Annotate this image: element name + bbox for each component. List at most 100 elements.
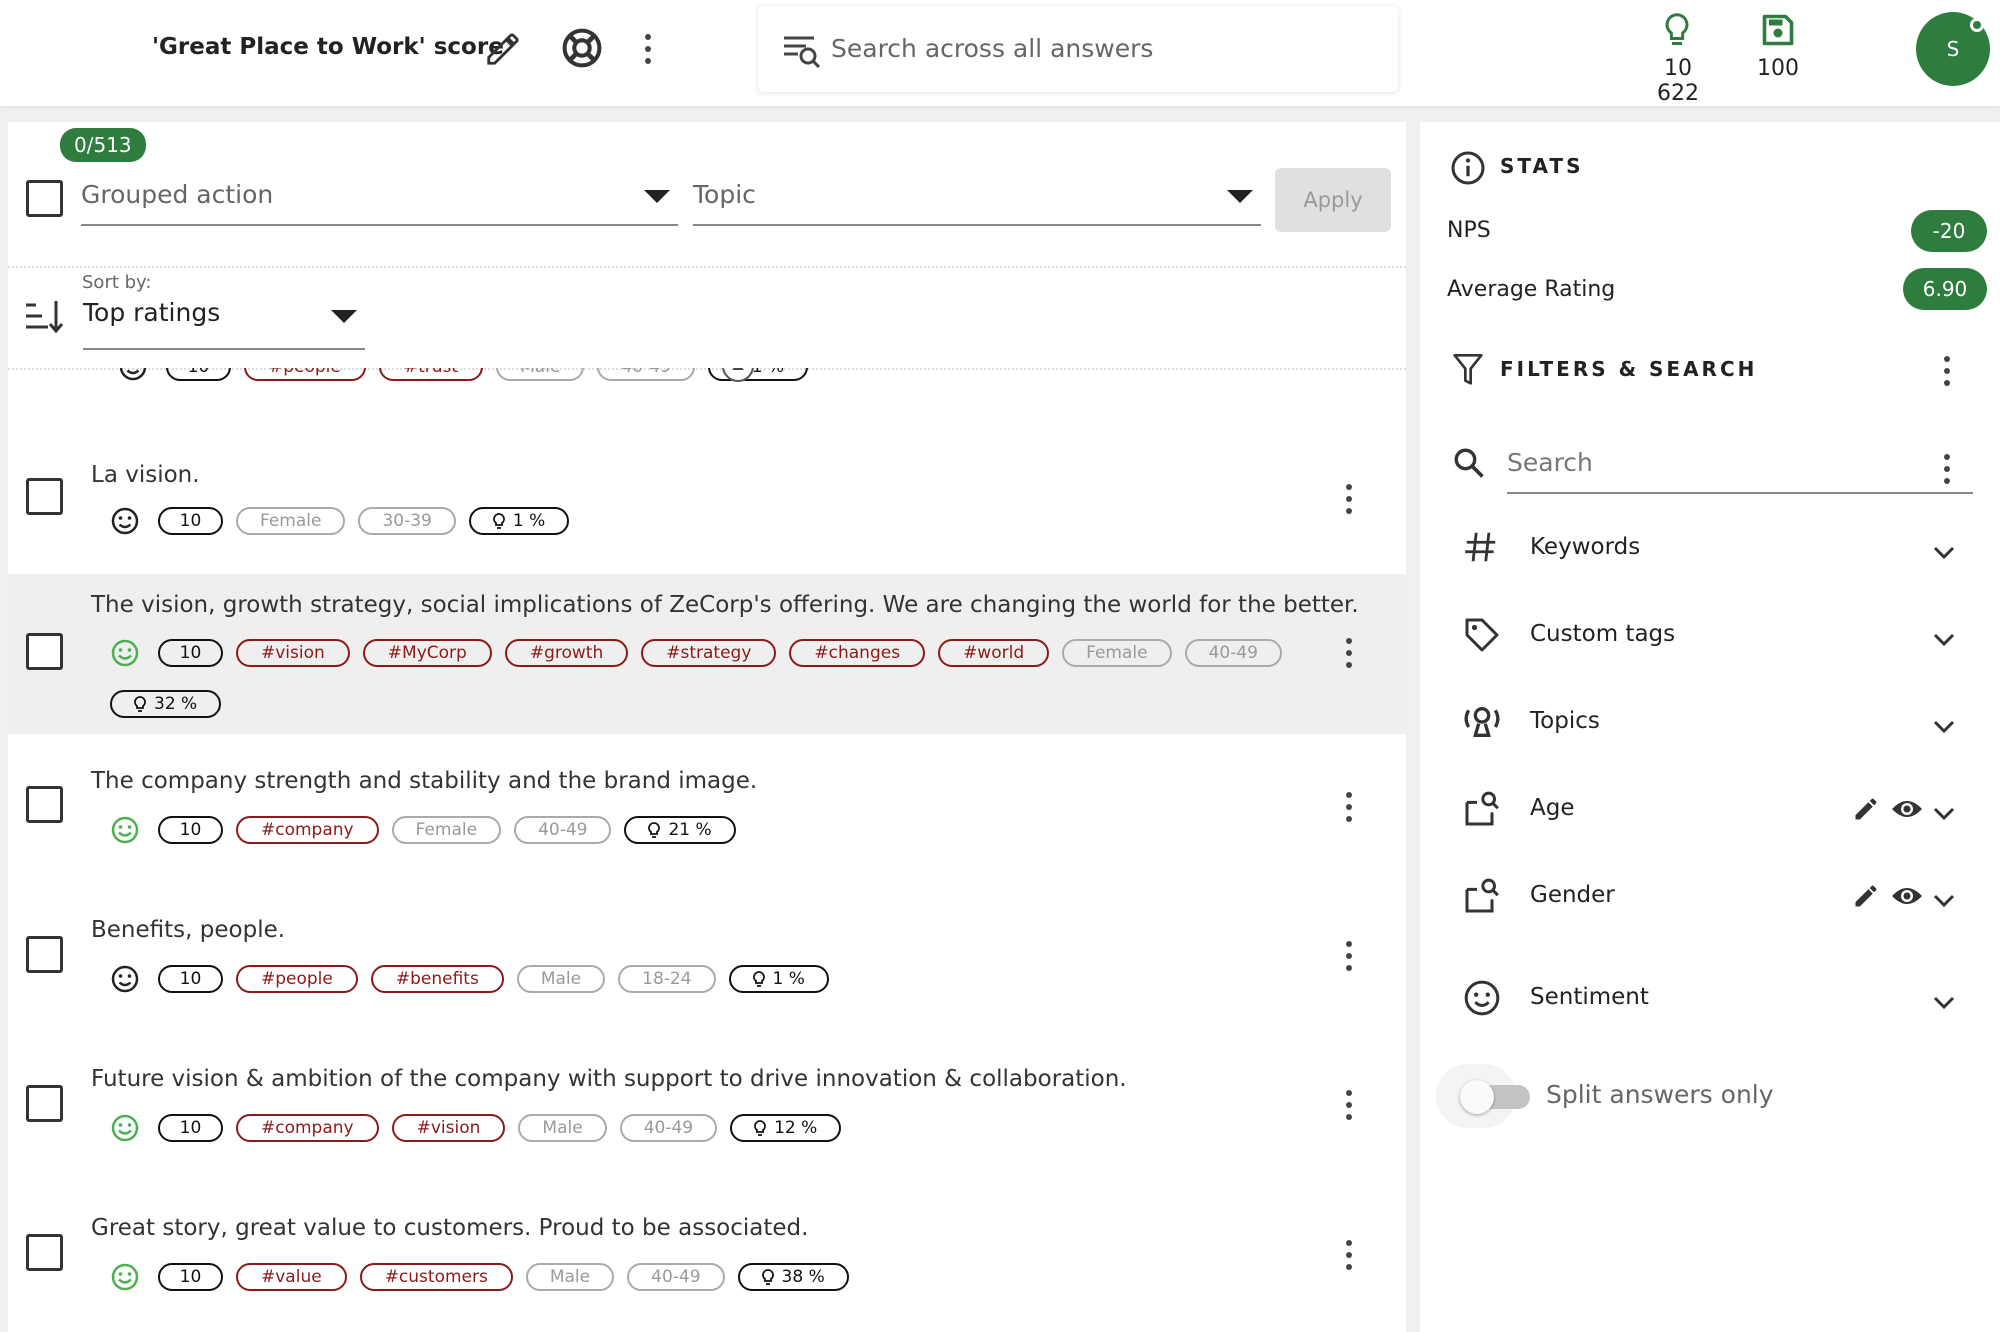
save-icon[interactable] xyxy=(1760,12,1796,48)
nps-value-badge: -20 xyxy=(1911,210,1987,252)
age-tag: 40-49 xyxy=(619,1114,718,1142)
filter-item-label: Keywords xyxy=(1530,534,1641,560)
keyword-tag[interactable]: #customers xyxy=(359,1263,513,1291)
answer-checkbox[interactable] xyxy=(26,1085,63,1122)
keyword-tag[interactable]: #growth xyxy=(504,639,629,667)
insight-value: 1 % xyxy=(512,511,546,531)
answer-tags: 10 #value #customers Male 40-49 38 % xyxy=(110,1262,1340,1292)
answer-more-menu[interactable] xyxy=(1345,941,1353,977)
keyword-tag[interactable]: #trust xyxy=(378,368,484,381)
insight-value: 12 % xyxy=(774,1118,818,1138)
filter-funnel-icon xyxy=(1452,352,1484,388)
answer-checkbox[interactable] xyxy=(26,633,63,670)
filter-item-label: Sentiment xyxy=(1530,984,1649,1010)
toggle-knob xyxy=(1460,1080,1494,1114)
answer-checkbox[interactable] xyxy=(26,786,63,823)
insight-value: 1 % xyxy=(752,368,784,377)
answer-text: Benefits, people. xyxy=(91,917,286,943)
positive-sentiment-icon xyxy=(110,815,140,845)
keyword-tag[interactable]: #MyCorp xyxy=(362,639,492,667)
title-more-menu[interactable] xyxy=(644,34,652,70)
edit-icon[interactable] xyxy=(1852,795,1880,823)
chevron-down-icon[interactable] xyxy=(1932,629,1956,654)
keyword-tag[interactable]: #vision xyxy=(391,1114,506,1142)
answer-more-menu[interactable] xyxy=(1345,1090,1353,1126)
user-avatar[interactable]: S xyxy=(1916,12,1990,86)
keyword-tag[interactable]: #people xyxy=(244,368,366,381)
keyword-tag[interactable]: #benefits xyxy=(370,965,504,993)
partial-answer-row: 10 #people #trust Male 40-49 1 % xyxy=(80,368,821,382)
insight-value: 32 % xyxy=(154,694,198,714)
answer-text: Great story, great value to customers. P… xyxy=(91,1215,809,1241)
keyword-tag[interactable]: #strategy xyxy=(641,639,777,667)
topic-select[interactable]: Topic xyxy=(693,172,1261,226)
filter-item-gender[interactable]: Gender xyxy=(1460,868,1968,928)
chevron-down-icon[interactable] xyxy=(1932,890,1956,915)
filter-item-sentiment[interactable]: Sentiment xyxy=(1460,970,1968,1030)
age-tag: 40-49 xyxy=(597,368,695,381)
chevron-down-icon[interactable] xyxy=(1932,716,1956,741)
metadata-icon xyxy=(1462,876,1502,916)
lightbulb-icon[interactable] xyxy=(1662,12,1692,50)
answer-more-menu[interactable] xyxy=(1345,484,1353,520)
split-answers-toggle[interactable] xyxy=(1460,1080,1530,1114)
keyword-tag[interactable]: #vision xyxy=(236,639,350,667)
sort-icon[interactable] xyxy=(24,299,64,335)
insight-badge: 1 % xyxy=(468,507,570,535)
edit-title-icon[interactable] xyxy=(484,30,522,68)
filters-more-menu[interactable] xyxy=(1943,356,1951,392)
chevron-down-icon[interactable] xyxy=(1932,992,1956,1017)
answer-checkbox[interactable] xyxy=(26,936,63,973)
filter-item-topics[interactable]: Topics xyxy=(1460,694,1968,754)
select-all-checkbox[interactable] xyxy=(26,180,63,217)
tag-icon xyxy=(1462,615,1502,655)
help-lifebuoy-icon[interactable] xyxy=(560,26,604,70)
answer-checkbox[interactable] xyxy=(26,478,63,515)
search-options-menu[interactable] xyxy=(1943,454,1951,490)
answer-more-menu[interactable] xyxy=(1345,792,1353,828)
age-tag: 40-49 xyxy=(1184,639,1282,667)
online-status-dot xyxy=(1970,18,1984,32)
grouped-action-label: Grouped action xyxy=(81,180,274,209)
divider xyxy=(8,266,1406,268)
chevron-down-icon[interactable] xyxy=(1932,542,1956,567)
filter-item-custom-tags[interactable]: Custom tags xyxy=(1460,607,1968,667)
chevron-down-icon[interactable] xyxy=(1932,803,1956,828)
apply-button[interactable]: Apply xyxy=(1275,168,1391,232)
topics-icon xyxy=(1462,702,1502,742)
answer-tags: 10 Female 30-39 1 % xyxy=(110,506,1340,536)
keyword-tag[interactable]: #changes xyxy=(789,639,926,667)
avatar-letter: S xyxy=(1946,37,1960,61)
age-tag: 18-24 xyxy=(618,965,716,993)
search-icon xyxy=(1452,446,1486,480)
age-tag: 40-49 xyxy=(627,1263,725,1291)
keyword-tag[interactable]: #company xyxy=(236,1114,379,1142)
filters-search-input[interactable]: Search xyxy=(1507,440,1973,494)
keyword-tag[interactable]: #world xyxy=(938,639,1050,667)
keyword-tag[interactable]: #company xyxy=(236,816,379,844)
eye-icon[interactable] xyxy=(1890,797,1924,821)
top-bar: 'Great Place to Work' score Search acros… xyxy=(0,0,2000,106)
keyword-tag[interactable]: #people xyxy=(236,965,358,993)
hash-icon xyxy=(1462,528,1500,566)
sort-by-label: Sort by: xyxy=(82,272,152,293)
stats-title: STATS xyxy=(1500,154,1584,178)
answer-checkbox[interactable] xyxy=(26,1234,63,1271)
grouped-action-select[interactable]: Grouped action xyxy=(81,172,678,226)
filter-item-keywords[interactable]: Keywords xyxy=(1460,520,1968,580)
keyword-tag[interactable]: #value xyxy=(236,1263,347,1291)
selection-count-badge: 0/513 xyxy=(60,128,146,162)
sort-select[interactable]: Top ratings xyxy=(83,298,365,350)
answer-more-menu[interactable] xyxy=(1345,1240,1353,1276)
saved-count: 100 xyxy=(1757,56,1799,81)
gender-tag: Female xyxy=(391,816,502,844)
edit-icon[interactable] xyxy=(1852,882,1880,910)
global-search-box[interactable]: Search across all answers xyxy=(758,6,1398,92)
filters-search-placeholder: Search xyxy=(1507,448,1593,477)
rating-badge: 10 xyxy=(158,1263,223,1291)
filter-item-age[interactable]: Age xyxy=(1460,781,1968,841)
answer-more-menu[interactable] xyxy=(1345,638,1353,674)
answer-text: La vision. xyxy=(91,462,200,488)
eye-icon[interactable] xyxy=(1890,884,1924,908)
global-search-placeholder: Search across all answers xyxy=(831,34,1154,63)
